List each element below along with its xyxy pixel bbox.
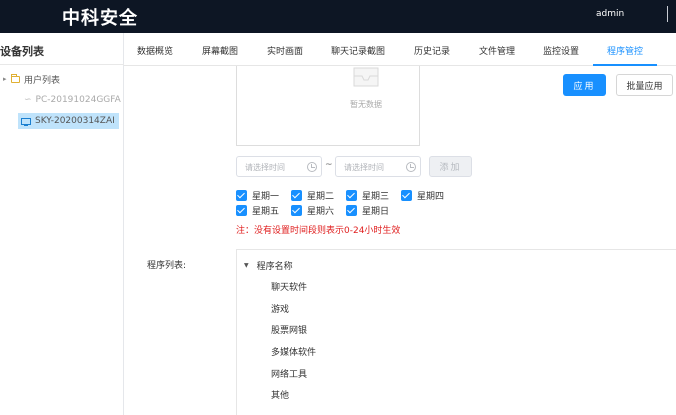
checkbox-checked-icon[interactable]: [401, 189, 412, 201]
checkbox-label: 星期三: [362, 191, 390, 202]
program-item-games[interactable]: 游戏: [271, 302, 289, 315]
program-item-network-tools[interactable]: 网络工具: [271, 367, 307, 380]
start-time-input[interactable]: 请选择时间: [236, 156, 322, 177]
app-title: 中科安全: [62, 8, 138, 29]
checkbox-wednesday[interactable]: 星期三: [346, 189, 390, 202]
program-tree-root-label: 程序名称: [256, 262, 293, 272]
device-node-offline[interactable]: ∽ PC-20191024GGFA: [24, 92, 121, 108]
tab-monitor-settings[interactable]: 监控设置: [543, 44, 579, 57]
range-separator: ~: [325, 160, 333, 170]
tree-node-user-list[interactable]: ▸ 用户列表: [3, 71, 60, 87]
checkbox-label: 星期六: [307, 206, 335, 217]
add-time-button[interactable]: 添加: [429, 156, 472, 177]
monitor-icon: [21, 117, 31, 126]
checkbox-checked-icon[interactable]: [291, 204, 302, 216]
tree-node-label: 用户列表: [24, 75, 61, 86]
header-divider: [667, 6, 668, 22]
checkbox-checked-icon[interactable]: [346, 189, 357, 201]
checkbox-label: 星期日: [362, 206, 390, 217]
tab-data-overview[interactable]: 数据概览: [137, 44, 173, 57]
sidebar: 设备列表 ▸ 用户列表 ∽ PC-20191024GGFA SKY-202003…: [0, 33, 124, 415]
sidebar-divider: [0, 64, 124, 65]
clock-icon: [406, 162, 416, 172]
empty-text: 暂无数据: [350, 100, 382, 109]
checkbox-label: 星期四: [417, 191, 445, 202]
checkbox-checked-icon[interactable]: [291, 189, 302, 201]
checkbox-label: 星期一: [252, 191, 280, 202]
folder-icon: [11, 73, 20, 83]
tab-bar: 数据概览 屏幕截图 实时画面 聊天记录截图 历史记录 文件管理 监控设置 程序管…: [124, 33, 676, 66]
checkbox-checked-icon[interactable]: [236, 204, 247, 216]
program-item-multimedia[interactable]: 多媒体软件: [271, 345, 316, 358]
program-item-stocks-banking[interactable]: 股票网银: [271, 323, 307, 336]
tab-program-control[interactable]: 程序管控: [607, 44, 643, 57]
batch-apply-button[interactable]: 批量应用: [616, 74, 673, 96]
start-time-placeholder: 请选择时间: [245, 163, 285, 172]
empty-inbox-icon: [353, 67, 379, 87]
checkbox-label: 星期二: [307, 191, 335, 202]
tab-history[interactable]: 历史记录: [414, 44, 450, 57]
link-icon: ∽: [24, 95, 32, 105]
program-item-other[interactable]: 其他: [271, 388, 289, 401]
time-period-list: [236, 66, 420, 146]
program-tree-root[interactable]: ▼ 程序名称: [244, 259, 293, 272]
caret-right-icon[interactable]: ▸: [3, 75, 11, 83]
tab-live-view[interactable]: 实时画面: [267, 44, 303, 57]
clock-icon: [307, 162, 317, 172]
checkbox-tuesday[interactable]: 星期二: [291, 189, 335, 202]
checkbox-label: 星期五: [252, 206, 280, 217]
time-note: 注：没有设置时间段则表示0-24小时生效: [236, 226, 401, 236]
top-header: 中科安全 admin: [0, 0, 676, 33]
device-label: PC-20191024GGFA: [35, 95, 121, 105]
end-time-input[interactable]: 请选择时间: [335, 156, 421, 177]
sidebar-title: 设备列表: [0, 45, 44, 58]
user-menu[interactable]: admin: [596, 9, 624, 19]
tab-file-management[interactable]: 文件管理: [479, 44, 515, 57]
checkbox-checked-icon[interactable]: [346, 204, 357, 216]
tab-chat-screenshots[interactable]: 聊天记录截图: [331, 44, 385, 57]
checkbox-thursday[interactable]: 星期四: [401, 189, 445, 202]
program-item-chat[interactable]: 聊天软件: [271, 280, 307, 293]
checkbox-checked-icon[interactable]: [236, 189, 247, 201]
end-time-placeholder: 请选择时间: [344, 163, 384, 172]
checkbox-sunday[interactable]: 星期日: [346, 204, 390, 217]
program-list-label: 程序列表:: [147, 261, 187, 271]
checkbox-friday[interactable]: 星期五: [236, 204, 280, 217]
tab-screenshots[interactable]: 屏幕截图: [202, 44, 238, 57]
checkbox-monday[interactable]: 星期一: [236, 189, 280, 202]
apply-button[interactable]: 应用: [563, 74, 606, 96]
device-label: SKY-20200314ZAI: [35, 116, 115, 126]
device-node-selected[interactable]: SKY-20200314ZAI: [18, 113, 119, 129]
caret-down-icon[interactable]: ▼: [244, 262, 249, 269]
checkbox-saturday[interactable]: 星期六: [291, 204, 335, 217]
